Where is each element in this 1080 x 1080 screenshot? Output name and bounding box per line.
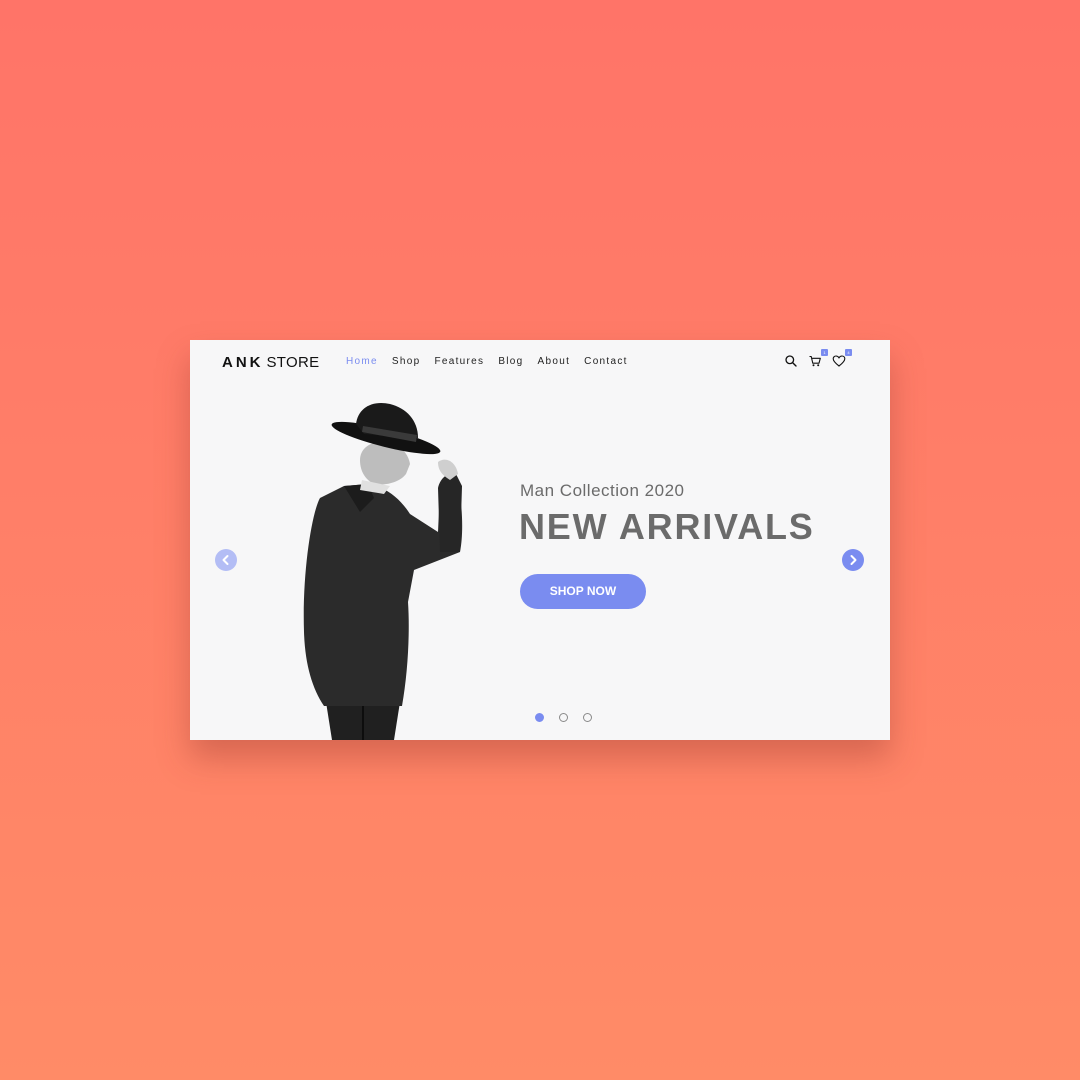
shop-now-button[interactable]: SHOP NOW: [520, 574, 646, 609]
search-icon: [785, 355, 797, 367]
nav-about[interactable]: About: [538, 356, 571, 367]
cart-count-badge: 1: [821, 349, 828, 356]
logo-suffix: STORE: [266, 354, 320, 371]
wishlist-button[interactable]: 4: [832, 349, 852, 368]
nav-home[interactable]: Home: [346, 356, 378, 367]
slider-next-button[interactable]: [842, 549, 864, 571]
nav-contact[interactable]: Contact: [584, 356, 628, 367]
slider-pagination: [535, 713, 592, 722]
hero-title: NEW ARRIVALS: [519, 506, 815, 547]
wishlist-count-badge: 4: [845, 349, 852, 356]
cart-icon: [809, 355, 821, 367]
store-logo[interactable]: ANK STORE: [222, 354, 319, 371]
chevron-right-icon: [850, 555, 857, 565]
logo-brand: ANK: [222, 354, 264, 371]
nav-shop[interactable]: Shop: [392, 356, 421, 367]
slider-dot-2[interactable]: [559, 713, 568, 722]
cart-button[interactable]: 1: [808, 349, 828, 368]
nav-features[interactable]: Features: [434, 356, 484, 367]
hero-subtitle: Man Collection 2020: [520, 481, 685, 500]
slider-dot-1[interactable]: [535, 713, 544, 722]
chevron-left-icon: [222, 555, 229, 565]
search-button[interactable]: [784, 354, 798, 368]
header-icons: 1 4: [784, 349, 852, 368]
main-nav: Home Shop Features Blog About Contact: [346, 356, 628, 367]
website-preview-card: ANK STORE Home Shop Features Blog About C…: [190, 340, 890, 740]
heart-icon: [832, 355, 846, 367]
nav-blog[interactable]: Blog: [498, 356, 523, 367]
slider-dot-3[interactable]: [583, 713, 592, 722]
hero-model-image: [303, 402, 463, 740]
slider-prev-button[interactable]: [215, 549, 237, 571]
